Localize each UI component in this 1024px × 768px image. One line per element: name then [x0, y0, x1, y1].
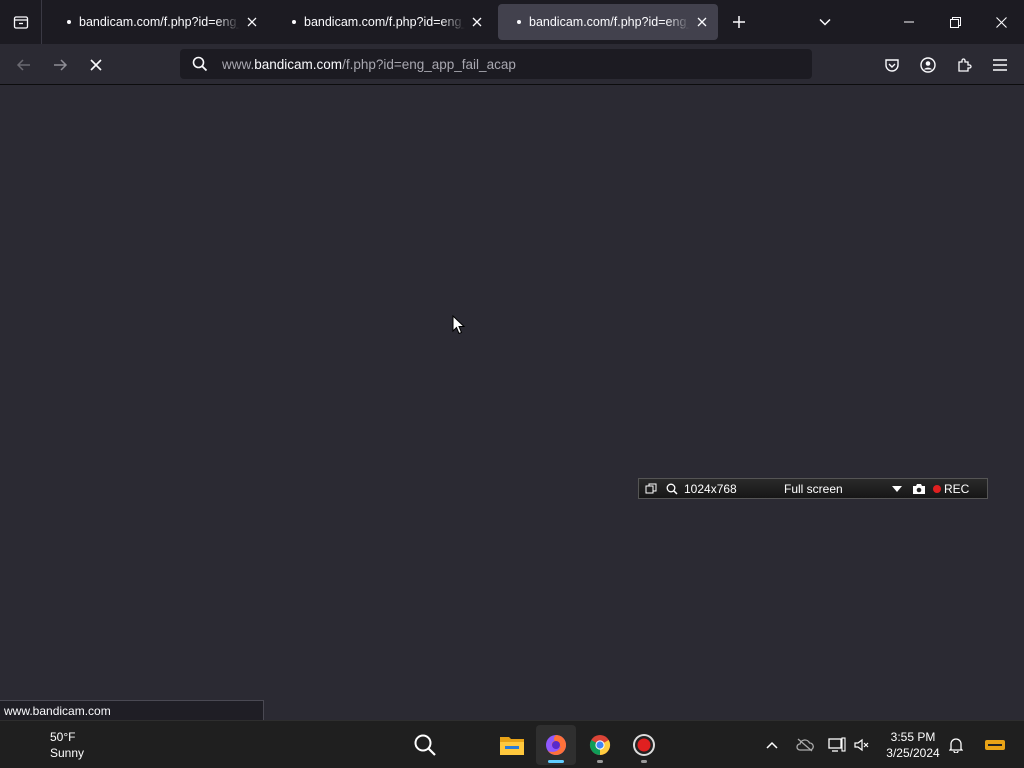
- camera-icon[interactable]: [912, 483, 926, 495]
- tab-2[interactable]: bandicam.com/f.php?id=eng_app_fail_acap: [273, 4, 493, 40]
- chevron-down-icon: [819, 18, 831, 26]
- status-panel: www.bandicam.com: [0, 700, 264, 720]
- pocket-icon: [885, 59, 899, 72]
- clock-date: 3/25/2024: [886, 746, 940, 760]
- account-icon: [920, 57, 936, 73]
- back-button[interactable]: [9, 50, 39, 80]
- windows-taskbar: 50°F Sunny 3:55 PM 3/25/2024: [0, 720, 1024, 768]
- hamburger-menu-icon: [993, 59, 1007, 71]
- volume-muted-icon: [854, 738, 869, 752]
- tab-title: bandicam.com/f.php?id=eng_app_fail_acap: [529, 15, 690, 29]
- plus-icon: [733, 16, 745, 28]
- chrome-icon: [589, 735, 611, 756]
- new-tab-button[interactable]: [727, 10, 751, 34]
- search-icon: [182, 56, 218, 72]
- folder-icon: [500, 737, 524, 755]
- network-tray-icon[interactable]: [825, 733, 849, 757]
- url-domain: bandicam.com: [254, 56, 343, 72]
- firefox-icon: [546, 735, 566, 755]
- running-indicator: [597, 760, 603, 763]
- preview-badge-icon: [983, 733, 1007, 757]
- close-icon: [995, 16, 1007, 28]
- tab-loading-dot-icon: [292, 20, 296, 24]
- rec-label: REC: [944, 481, 970, 496]
- extensions-button[interactable]: [949, 50, 979, 80]
- back-arrow-icon: [16, 59, 30, 71]
- tab-title: bandicam.com/f.php?id=eng_app_fail_acap: [304, 15, 465, 29]
- minimize-icon: [904, 21, 914, 23]
- notifications-button[interactable]: [944, 733, 968, 757]
- weather-widget[interactable]: 50°F Sunny: [50, 729, 84, 761]
- weather-temp: 50°F: [50, 730, 76, 744]
- bell-icon: [949, 738, 963, 753]
- firefox-view-icon: [13, 16, 28, 29]
- clock-time: 3:55 PM: [890, 730, 936, 744]
- system-clock[interactable]: 3:55 PM 3/25/2024: [880, 729, 946, 761]
- bandicam-taskbar-button[interactable]: [624, 725, 664, 765]
- rec-icon: [933, 484, 941, 493]
- file-explorer-button[interactable]: [492, 725, 532, 765]
- restore-icon: [949, 16, 961, 28]
- capture-mode-label[interactable]: Full screen: [784, 482, 892, 496]
- tab-title: bandicam.com/f.php?id=eng_app_fail_acap: [79, 15, 240, 29]
- url-path: /f.php?id=eng_app_fail_acap: [342, 56, 516, 72]
- tab-loading-dot-icon: [517, 20, 521, 24]
- rec-button[interactable]: REC: [932, 482, 969, 496]
- search-icon: [414, 734, 436, 756]
- url-prefix: www.: [222, 56, 255, 72]
- chevron-up-icon: [766, 741, 778, 749]
- puzzle-icon: [958, 58, 972, 72]
- chrome-taskbar-button[interactable]: [580, 725, 620, 765]
- tab-loading-dot-icon: [67, 20, 71, 24]
- taskbar-search-button[interactable]: [405, 725, 445, 765]
- mouse-cursor-icon: [452, 315, 466, 335]
- forward-arrow-icon: [54, 59, 68, 71]
- tab-close-icon[interactable]: [465, 10, 489, 34]
- tab-3-active[interactable]: bandicam.com/f.php?id=eng_app_fail_acap: [498, 4, 718, 40]
- active-indicator: [548, 760, 564, 763]
- capture-size-label: 1024x768: [684, 481, 737, 496]
- minimize-button[interactable]: [886, 0, 932, 44]
- pocket-button[interactable]: [877, 50, 907, 80]
- network-icon: [828, 737, 846, 752]
- tab-close-icon[interactable]: [690, 10, 714, 34]
- cloud-offline-icon: [796, 738, 814, 752]
- tab-1[interactable]: bandicam.com/f.php?id=eng_app_fail_acap: [48, 4, 268, 40]
- firefox-view-button[interactable]: [0, 0, 42, 44]
- show-hidden-icons-button[interactable]: [760, 733, 784, 757]
- restore-button[interactable]: [932, 0, 978, 44]
- navigation-toolbar: www.bandicam.com/f.php?id=eng_app_fail_a…: [0, 44, 1024, 85]
- volume-tray-icon[interactable]: [850, 733, 874, 757]
- window-mode-icon[interactable]: [645, 483, 657, 495]
- stop-button[interactable]: [81, 50, 111, 80]
- tab-bar: bandicam.com/f.php?id=eng_app_fail_acap …: [0, 0, 1024, 44]
- stop-loading-icon: [90, 59, 102, 71]
- bandicam-capture-bar[interactable]: 1024x768 Full screen REC: [638, 478, 988, 499]
- bandicam-record-icon: [633, 734, 655, 756]
- url-text[interactable]: www.bandicam.com/f.php?id=eng_app_fail_a…: [222, 57, 516, 72]
- weather-condition: Sunny: [50, 746, 85, 760]
- address-bar[interactable]: www.bandicam.com/f.php?id=eng_app_fail_a…: [180, 49, 812, 79]
- close-window-button[interactable]: [978, 0, 1024, 44]
- firefox-taskbar-button[interactable]: [536, 725, 576, 765]
- tab-close-icon[interactable]: [240, 10, 264, 34]
- app-menu-button[interactable]: [985, 50, 1015, 80]
- zoom-search-icon[interactable]: [666, 483, 678, 495]
- running-indicator: [641, 760, 647, 763]
- list-all-tabs-button[interactable]: [813, 10, 837, 34]
- forward-button[interactable]: [45, 50, 75, 80]
- account-button[interactable]: [913, 50, 943, 80]
- page-content-area: [0, 85, 1024, 720]
- mode-dropdown-icon[interactable]: [892, 485, 902, 492]
- onedrive-tray-icon[interactable]: [793, 733, 817, 757]
